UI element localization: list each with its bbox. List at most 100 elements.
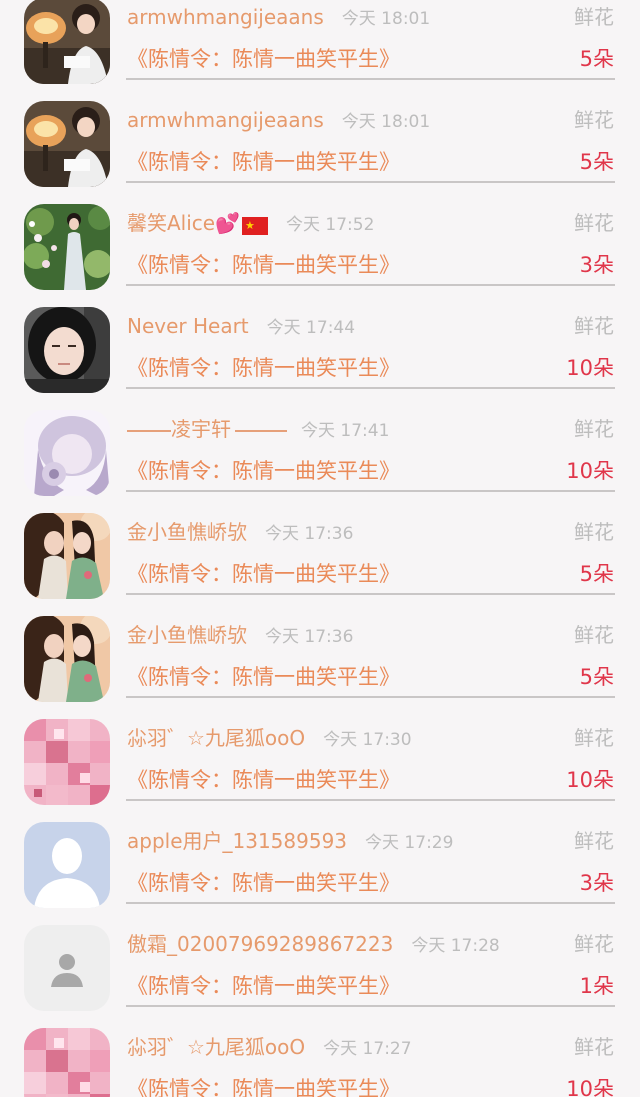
gift-time: 今天 17:44 — [266, 318, 356, 338]
gift-type-label: 鲜花 — [574, 726, 614, 750]
two-hearts-icon: 💕 — [215, 211, 241, 235]
list-item[interactable]: 傲霜_02007969289867223 今天 17:28 鲜花《陈情令：陈情一曲笑… — [0, 920, 640, 1023]
user-avatar[interactable] — [24, 410, 110, 496]
gift-record-list[interactable]: armwhmangijeaans 今天 18:01 鲜花 《陈情令：陈情一曲笑平生》 5… — [0, 0, 640, 1097]
user-name[interactable]: 馨笑Alice — [127, 211, 215, 235]
user-name[interactable]: armwhmangijeaans — [127, 5, 324, 29]
gift-time: 今天 17:27 — [323, 1039, 412, 1059]
flower-count: 10朵 — [566, 356, 614, 380]
user-avatar[interactable] — [24, 513, 110, 599]
user-avatar[interactable] — [24, 0, 110, 84]
flower-count: 5朵 — [579, 150, 614, 174]
list-item[interactable]: 尛羽゛☆九尾狐ooO 今天 17:30 鲜花《陈情令：陈情一曲笑平生》 10朵 — [0, 714, 640, 817]
user-name-line: Never Heart 今天 17:44 — [127, 313, 355, 341]
user-name-line: 尛羽゛☆九尾狐ooO 今天 17:30 — [127, 725, 412, 753]
flower-count: 5朵 — [579, 47, 614, 71]
gift-type-label: 鲜花 — [574, 1035, 614, 1059]
user-name-line: 凌宇轩 今天 17:41 — [127, 416, 389, 444]
user-name-line: armwhmangijeaans 今天 18:01 — [127, 107, 430, 135]
flower-count: 1朵 — [579, 974, 614, 998]
row-divider — [126, 902, 615, 904]
list-item[interactable]: armwhmangijeaans 今天 18:01 鲜花《陈情令：陈情一曲笑平生》 5… — [0, 96, 640, 199]
book-title-link[interactable]: 《陈情令：陈情一曲笑平生》 — [127, 869, 400, 897]
gift-type-label: 鲜花 — [574, 829, 614, 853]
user-name[interactable]: 金小鱼憔峤欤 — [127, 520, 247, 544]
row-divider — [126, 593, 615, 595]
list-item[interactable]: 馨笑Alice💕 ★ 今天 17:52 鲜花《陈情令：陈情一曲笑平生》 3朵 — [0, 199, 640, 302]
gift-time: 今天 17:30 — [323, 730, 412, 750]
book-title-link[interactable]: 《陈情令：陈情一曲笑平生》 — [127, 663, 400, 691]
flower-count: 10朵 — [566, 1077, 614, 1097]
row-divider — [126, 799, 615, 801]
book-title-link[interactable]: 《陈情令：陈情一曲笑平生》 — [127, 972, 400, 1000]
gift-time: 今天 17:28 — [411, 936, 500, 956]
flower-count: 3朵 — [579, 871, 614, 895]
user-avatar[interactable] — [24, 204, 110, 290]
gift-time: 今天 17:36 — [265, 627, 354, 647]
user-avatar[interactable] — [24, 822, 110, 908]
gift-type-label: 鲜花 — [574, 108, 614, 132]
flower-count: 5朵 — [579, 562, 614, 586]
flower-count: 3朵 — [579, 253, 614, 277]
gift-time: 今天 18:01 — [341, 112, 431, 132]
user-name[interactable]: armwhmangijeaans — [127, 108, 324, 132]
user-name-line: 金小鱼憔峤欤 今天 17:36 — [127, 519, 353, 547]
user-name-decoration: 凌宇轩 — [127, 417, 287, 441]
list-item[interactable]: Never Heart 今天 17:44 鲜花《陈情令：陈情一曲笑平生》 10朵 — [0, 302, 640, 405]
list-item[interactable]: armwhmangijeaans 今天 18:01 鲜花《陈情令：陈情一曲笑平生》 5… — [0, 0, 640, 96]
gift-type-label: 鲜花 — [574, 314, 614, 338]
flower-count: 10朵 — [566, 768, 614, 792]
user-avatar[interactable] — [24, 925, 110, 1011]
user-name-line: armwhmangijeaans 今天 18:01 — [127, 4, 430, 32]
user-name-line: 金小鱼憔峤欤 今天 17:36 — [127, 622, 353, 650]
gift-type-label: 鲜花 — [574, 5, 614, 29]
user-name-line: 馨笑Alice💕 ★ 今天 17:52 — [127, 210, 374, 238]
user-name[interactable]: 金小鱼憔峤欤 — [127, 623, 247, 647]
list-item[interactable]: 尛羽゛☆九尾狐ooO 今天 17:27 鲜花《陈情令：陈情一曲笑平生》 10朵 — [0, 1023, 640, 1097]
book-title-link[interactable]: 《陈情令：陈情一曲笑平生》 — [127, 457, 400, 485]
list-item[interactable]: 凌宇轩 今天 17:41 鲜花《陈情令：陈情一曲笑平生》 10朵 — [0, 405, 640, 508]
user-name[interactable]: apple用户_131589593 — [127, 829, 347, 853]
user-avatar[interactable] — [24, 307, 110, 393]
user-name-line: 尛羽゛☆九尾狐ooO 今天 17:27 — [127, 1034, 412, 1062]
gift-time: 今天 18:01 — [341, 9, 431, 29]
list-item[interactable]: 金小鱼憔峤欤 今天 17:36 鲜花《陈情令：陈情一曲笑平生》 5朵 — [0, 611, 640, 714]
gift-type-label: 鲜花 — [574, 211, 614, 235]
list-item[interactable]: 金小鱼憔峤欤 今天 17:36 鲜花《陈情令：陈情一曲笑平生》 5朵 — [0, 508, 640, 611]
row-divider — [126, 284, 615, 286]
book-title-link[interactable]: 《陈情令：陈情一曲笑平生》 — [127, 148, 400, 176]
row-divider — [126, 490, 615, 492]
flower-count: 10朵 — [566, 459, 614, 483]
user-avatar[interactable] — [24, 719, 110, 805]
user-avatar[interactable] — [24, 616, 110, 702]
user-name[interactable]: 凌宇轩 — [127, 417, 283, 441]
list-item[interactable]: apple用户_131589593 今天 17:29 鲜花《陈情令：陈情一曲笑平生》… — [0, 817, 640, 920]
book-title-link[interactable]: 《陈情令：陈情一曲笑平生》 — [127, 1075, 400, 1097]
gift-type-label: 鲜花 — [574, 520, 614, 544]
row-divider — [126, 696, 615, 698]
book-title-link[interactable]: 《陈情令：陈情一曲笑平生》 — [127, 766, 400, 794]
user-name[interactable]: Never Heart — [127, 314, 249, 338]
book-title-link[interactable]: 《陈情令：陈情一曲笑平生》 — [127, 354, 400, 382]
user-name-line: apple用户_131589593 今天 17:29 — [127, 828, 453, 856]
gift-type-label: 鲜花 — [574, 417, 614, 441]
gift-type-label: 鲜花 — [574, 623, 614, 647]
gift-time: 今天 17:52 — [286, 215, 375, 235]
row-divider — [126, 78, 615, 80]
user-avatar[interactable] — [24, 1028, 110, 1097]
user-avatar[interactable] — [24, 101, 110, 187]
row-divider — [126, 181, 615, 183]
gift-time: 今天 17:41 — [301, 421, 390, 441]
flower-count: 5朵 — [579, 665, 614, 689]
china-flag-icon: ★ — [242, 217, 269, 235]
book-title-link[interactable]: 《陈情令：陈情一曲笑平生》 — [127, 45, 400, 73]
gift-time: 今天 17:36 — [265, 524, 354, 544]
book-title-link[interactable]: 《陈情令：陈情一曲笑平生》 — [127, 560, 400, 588]
row-divider — [126, 387, 615, 389]
user-name[interactable]: 尛羽゛☆九尾狐ooO — [127, 1035, 305, 1059]
user-name[interactable]: 傲霜_02007969289867223 — [127, 932, 393, 956]
gift-type-label: 鲜花 — [574, 932, 614, 956]
user-name[interactable]: 尛羽゛☆九尾狐ooO — [127, 726, 305, 750]
book-title-link[interactable]: 《陈情令：陈情一曲笑平生》 — [127, 251, 400, 279]
gift-time: 今天 17:29 — [365, 833, 454, 853]
